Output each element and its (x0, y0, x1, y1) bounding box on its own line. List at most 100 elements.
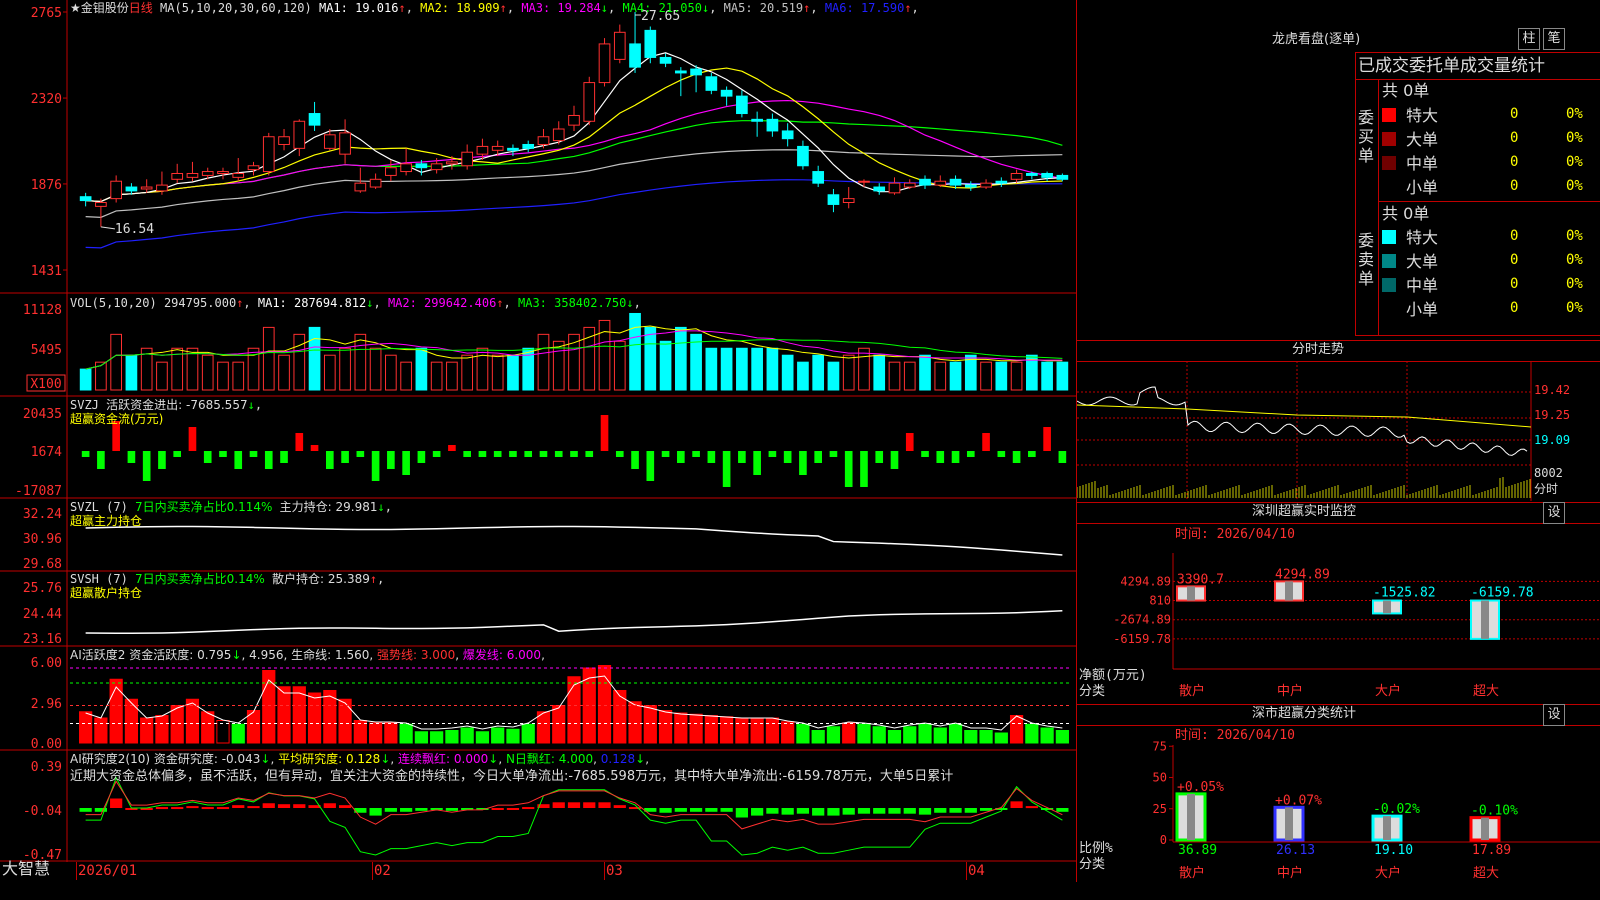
volume-bar (812, 354, 825, 391)
ai1-axis-label: 2.96 (31, 697, 62, 712)
ai2-bar (323, 803, 336, 808)
candle (323, 134, 336, 149)
order-type: 小单 (1406, 178, 1439, 197)
class-bar-shade (1383, 816, 1391, 840)
ai1-bar (933, 727, 947, 744)
ai1-bar (567, 676, 581, 744)
svzj-label: SVZJ (70, 398, 99, 412)
ai1-bar (1055, 730, 1069, 744)
ai2-bar (186, 806, 199, 809)
monitor-settings-button[interactable]: 设 (1543, 502, 1565, 524)
ai1-axis-label: 6.00 (31, 656, 62, 671)
svzj-bar (1058, 451, 1067, 463)
svzj-axis-label: 20435 (23, 407, 62, 422)
ai2-bar (903, 808, 916, 814)
vol-label: VOL(5,10,20) (70, 296, 157, 310)
ai2-bar (506, 808, 520, 810)
svzj-bar (585, 451, 594, 457)
vol-arrow: ↑ (236, 296, 244, 310)
tick-mode-button[interactable]: 笔 (1543, 28, 1565, 50)
ai1-bar (368, 722, 383, 744)
svzj-axis-label: -17087 (15, 484, 62, 499)
ai1-bar (262, 670, 276, 744)
order-row: 中单 0 0% (1380, 275, 1600, 297)
svzj-bar (463, 451, 471, 457)
svsh-axis-label: 25.76 (23, 581, 62, 596)
svzl-line (85, 525, 1063, 556)
svzj-bar (692, 451, 700, 457)
price-axis-label: 2320 (31, 92, 62, 107)
candle (125, 186, 138, 192)
monitor-bar-shade (1285, 581, 1293, 601)
candle (201, 171, 214, 176)
candle (293, 120, 306, 149)
svzj-bar (966, 451, 975, 457)
candlestick-chart-svg[interactable]: 276523201876143127.6516.54111285495X1002… (0, 0, 1076, 882)
candle (446, 161, 458, 165)
ai1-bar (979, 730, 993, 744)
order-pct: 0% (1566, 154, 1583, 170)
order-row: 特大 0 0% (1380, 227, 1600, 249)
ai1-desc: 资金活跃度: 0.795 (129, 648, 232, 662)
ma-value-3: MA3: 19.284 (521, 1, 601, 15)
svzj-axis-label: 1674 (31, 445, 62, 460)
candle (797, 145, 809, 167)
ma-sep: , (709, 1, 724, 15)
class-chart-svg: 时间: 2026/04/10 75 50 25 0 +0.05% 36.89 散户 +0.07%… (1079, 728, 1600, 881)
ai1-bar (597, 665, 612, 744)
ai1-bar (460, 727, 474, 744)
class-category: 中户 (1277, 865, 1303, 881)
svzj-bar (371, 451, 380, 481)
ma-value-2: MA2: 18.909 (420, 1, 500, 15)
svzj-bar (738, 451, 746, 463)
volume-bar (1056, 361, 1069, 391)
monitor-category: 散户 (1179, 683, 1205, 699)
candle (430, 163, 443, 171)
stock-name: ★金钼股份 (70, 1, 129, 15)
ai1-bar (750, 717, 764, 744)
ai2-bar (812, 808, 825, 816)
order-type: 大单 (1406, 130, 1439, 149)
vol-ma-value-1: MA1: 287694.812 (257, 296, 367, 310)
period-label[interactable]: 日线 (129, 1, 153, 15)
tick-axis-label: 19.25 (1534, 408, 1570, 422)
volume-bar (293, 333, 306, 391)
svzj-bar (81, 451, 90, 457)
ai1-bar (811, 730, 825, 744)
monitor-category: 中户 (1277, 683, 1303, 699)
vol-ma-value-2: MA2: 299642.406 (387, 296, 497, 310)
ai2-bar (369, 808, 382, 816)
ai2-green-line (85, 776, 1063, 856)
price-axis-label: 1876 (31, 178, 62, 193)
ai1-bar (231, 723, 245, 744)
svzj-bar (936, 451, 945, 463)
ai1-bar (781, 721, 795, 744)
ai1-bar (506, 728, 520, 744)
candle (385, 167, 397, 176)
bar-mode-button[interactable]: 柱 (1518, 28, 1540, 50)
svsh-desc: 7日内买卖净占比0.14% (135, 572, 265, 586)
svzj-bar (1012, 451, 1021, 463)
price-axis-label: 1431 (31, 264, 62, 279)
ai2-bar (888, 808, 901, 814)
volume-bar (507, 354, 519, 391)
order-row: 中单 0 0% (1380, 153, 1600, 175)
ai1-bar (842, 722, 856, 744)
right-panel: 龙虎看盘(逐单) 柱 笔 已成交委托单成交量统计 委买单 委卖单 共 0单 共 … (1077, 0, 1600, 900)
candle (1026, 172, 1038, 176)
intraday-chart-svg[interactable]: 19.42 19.25 19.09 8002 分时 (1077, 361, 1600, 501)
main-chart-area[interactable]: 2765 2320 1876 1431 27.65 16.54 11128 5495 X100 2… (0, 0, 1077, 882)
svzj-bar (554, 451, 563, 457)
svzj-bar (203, 451, 212, 463)
ma-values: MA1: 19.016↑, MA2: 18.909↑, MA3: 19.284↓… (319, 1, 919, 15)
order-row: 小单 0 0% (1380, 299, 1600, 321)
volume-bar (369, 347, 382, 391)
date-tick (966, 862, 967, 880)
candle (949, 178, 962, 186)
candle (583, 82, 596, 122)
ma4-line (85, 120, 1063, 203)
candle (79, 196, 92, 202)
volume-bar (964, 354, 977, 391)
order-type: 特大 (1406, 228, 1439, 247)
class-settings-button[interactable]: 设 (1543, 704, 1565, 726)
